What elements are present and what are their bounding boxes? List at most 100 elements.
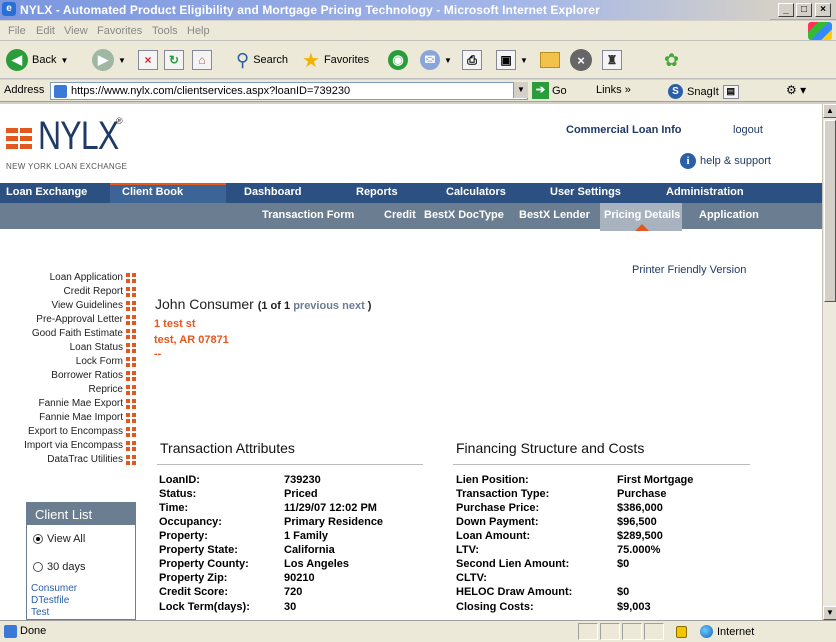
side-item-lock-form[interactable]: Lock Form (76, 356, 136, 367)
lock-icon (676, 626, 687, 638)
side-item-fannie-mae-export[interactable]: Fannie Mae Export (39, 398, 136, 409)
tab-dashboard[interactable]: Dashboard (244, 186, 301, 198)
previous-link[interactable]: previous (293, 300, 339, 312)
tab-client-book[interactable]: Client Book (122, 186, 183, 198)
search-label: Search (253, 54, 289, 66)
close-button[interactable]: × (815, 3, 831, 17)
thirty-days-radio[interactable]: 30 days (33, 561, 86, 573)
history-button[interactable]: ✉ ▼ (420, 47, 452, 73)
menu-tools[interactable]: Tools (152, 25, 178, 37)
side-item-view-guidelines[interactable]: View Guidelines (51, 300, 136, 311)
go-button[interactable]: ➔ Go (532, 82, 567, 99)
client-link-test[interactable]: Test (31, 607, 49, 618)
financing-value: $96,500 (617, 516, 657, 528)
subtab-bestx-doctype[interactable]: BestX DocType (424, 209, 504, 221)
page-icon (54, 85, 67, 98)
scroll-up-icon[interactable]: ▲ (823, 104, 836, 118)
tab-calculators[interactable]: Calculators (446, 186, 506, 198)
links-button[interactable]: Links » (596, 84, 631, 96)
tab-loan-exchange[interactable]: Loan Exchange (6, 186, 87, 198)
address-citystate: test, AR 07871 (154, 334, 229, 346)
forward-button[interactable]: ▶ ▼ (92, 47, 126, 73)
address-extra: -- (154, 348, 162, 360)
security-zone: Internet (700, 625, 754, 638)
go-label: Go (552, 84, 567, 97)
back-button[interactable]: ◀ Back ▼ (6, 47, 68, 73)
side-item-pre-approval-letter[interactable]: Pre-Approval Letter (36, 314, 136, 325)
transaction-value: 720 (284, 586, 303, 598)
search-button[interactable]: ⚲ Search (236, 47, 288, 73)
side-item-label: Import via Encompass (24, 440, 123, 451)
browser-toolbar: ◀ Back ▼ ▶ ▼ × ↻ ⌂ ⚲ Search ★ Favorites … (0, 41, 836, 79)
snagit-button[interactable]: S SnagIt ▤ (668, 84, 739, 99)
transaction-label: Property State: (159, 544, 238, 556)
side-item-loan-status[interactable]: Loan Status (70, 342, 136, 353)
extension-icon[interactable]: ⚙ ▾ (786, 83, 806, 97)
financing-label: Closing Costs: (456, 601, 534, 613)
menu-help[interactable]: Help (187, 25, 210, 37)
subtab-pricing-details[interactable]: Pricing Details (604, 209, 680, 221)
minimize-button[interactable]: _ (778, 3, 794, 17)
scroll-down-icon[interactable]: ▼ (823, 606, 836, 620)
menu-edit[interactable]: Edit (36, 25, 55, 37)
address-bar: Address https://www.nylx.com/clientservi… (0, 80, 836, 102)
commercial-loan-info-link[interactable]: Commercial Loan Info (566, 124, 682, 136)
side-item-export-encompass[interactable]: Export to Encompass (28, 426, 136, 437)
side-item-import-encompass[interactable]: Import via Encompass (24, 440, 136, 451)
vertical-scrollbar[interactable]: ▲ ▼ (822, 104, 836, 620)
side-item-reprice[interactable]: Reprice (89, 384, 136, 395)
side-item-datatrac-utilities[interactable]: DataTrac Utilities (47, 454, 136, 465)
grid-icon (126, 314, 136, 325)
folder-button[interactable] (540, 47, 560, 73)
logout-link[interactable]: logout (733, 124, 763, 136)
client-link-dtestfile[interactable]: DTestfile (31, 595, 69, 606)
side-item-label: Good Faith Estimate (31, 328, 123, 339)
subtab-credit[interactable]: Credit (384, 209, 416, 221)
side-item-fannie-mae-import[interactable]: Fannie Mae Import (39, 412, 136, 423)
side-item-borrower-ratios[interactable]: Borrower Ratios (51, 370, 136, 381)
subtab-application[interactable]: Application (699, 209, 759, 221)
grid-icon (126, 412, 136, 423)
menu-favorites[interactable]: Favorites (97, 25, 142, 37)
window-title: NYLX - Automated Product Eligibility and… (20, 3, 600, 17)
logo-mark (6, 126, 34, 154)
printer-friendly-link[interactable]: Printer Friendly Version (632, 264, 746, 276)
address-input[interactable]: https://www.nylx.com/clientservices.aspx… (50, 82, 528, 100)
favorites-button[interactable]: ★ Favorites (302, 47, 369, 73)
subtab-transaction-form[interactable]: Transaction Form (262, 209, 354, 221)
toolbar-close-button[interactable]: × (570, 47, 592, 73)
scroll-thumb[interactable] (824, 120, 836, 302)
side-item-credit-report[interactable]: Credit Report (64, 286, 136, 297)
edit-button[interactable]: ▣ ▼ (496, 47, 528, 73)
next-link[interactable]: next (342, 300, 365, 312)
tab-administration[interactable]: Administration (666, 186, 744, 198)
menu-file[interactable]: File (8, 25, 26, 37)
icq-button[interactable]: ✿ (664, 47, 679, 73)
client-link-consumer[interactable]: Consumer (31, 583, 77, 594)
print-button[interactable]: ⎙ (462, 47, 482, 73)
view-all-radio[interactable]: View All (33, 533, 85, 545)
side-item-loan-application[interactable]: Loan Application (50, 272, 136, 283)
menu-view[interactable]: View (64, 25, 88, 37)
maximize-button[interactable]: □ (796, 3, 812, 17)
tab-reports[interactable]: Reports (356, 186, 398, 198)
divider (453, 464, 750, 465)
media-button[interactable]: ◉ (388, 47, 408, 73)
side-item-good-faith-estimate[interactable]: Good Faith Estimate (32, 328, 136, 339)
tab-user-settings[interactable]: User Settings (550, 186, 621, 198)
stop-button[interactable]: × (138, 47, 158, 73)
side-item-label: Loan Application (49, 272, 123, 283)
zone-label: Internet (717, 625, 755, 638)
refresh-button[interactable]: ↻ (164, 47, 184, 73)
financing-value: $9,003 (617, 601, 651, 613)
home-button[interactable]: ⌂ (192, 47, 212, 73)
folder-icon (540, 52, 560, 68)
address-dropdown[interactable]: ▼ (513, 82, 528, 98)
back-label: Back (32, 54, 57, 66)
printer-icon: ⎙ (462, 50, 482, 70)
transaction-label: Property Zip: (159, 572, 228, 584)
messenger-button[interactable]: ♜ (602, 47, 622, 73)
grid-icon (126, 384, 136, 395)
subtab-bestx-lender[interactable]: BestX Lender (519, 209, 590, 221)
help-support-link[interactable]: i help & support (680, 153, 771, 169)
